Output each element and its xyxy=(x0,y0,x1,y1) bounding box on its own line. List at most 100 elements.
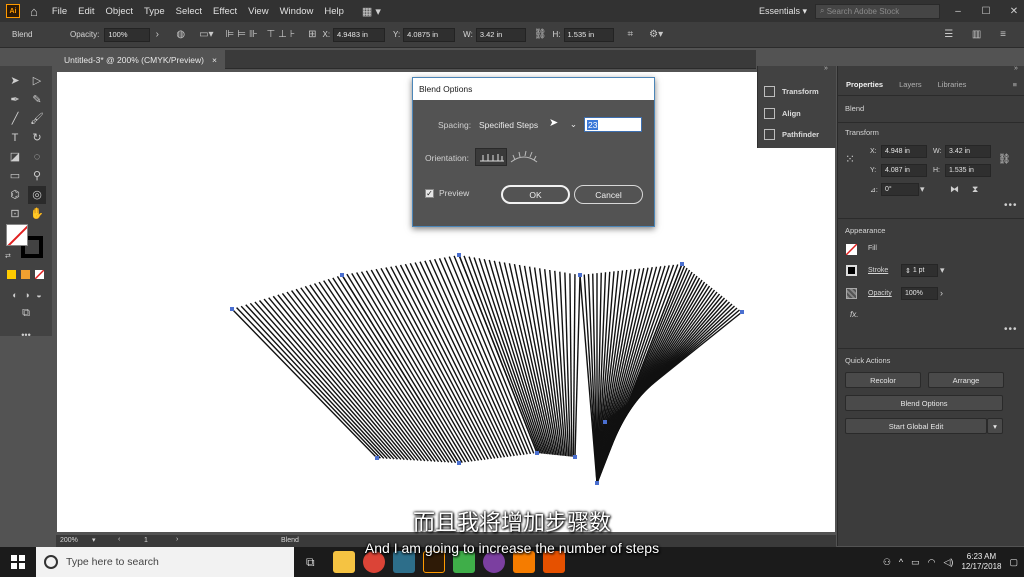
cancel-button[interactable]: Cancel xyxy=(574,185,643,204)
reference-point-icon[interactable]: ⁙ xyxy=(845,152,859,166)
opacity-label[interactable]: Opacity xyxy=(868,290,892,297)
eyedropper-tool-icon[interactable]: ⚲ xyxy=(28,167,46,185)
h-field[interactable]: 1.535 in xyxy=(563,27,614,42)
lasso-tool-icon[interactable]: ◌ xyxy=(28,148,46,166)
x-field[interactable]: 4.948 in xyxy=(881,145,927,158)
transform-panel-button[interactable]: Transform xyxy=(764,86,819,97)
y-field[interactable]: 4.087 in xyxy=(881,164,927,177)
battery-icon[interactable]: ▭ xyxy=(911,557,920,568)
menu-file[interactable]: File xyxy=(52,6,67,17)
w-field[interactable]: 3.42 in xyxy=(945,145,991,158)
angle-field[interactable]: 0° xyxy=(881,183,919,196)
direct-selection-tool-icon[interactable]: ▷ xyxy=(28,72,46,90)
align-to-page-icon[interactable] xyxy=(475,148,507,166)
recolor-icon[interactable]: ◍ xyxy=(176,29,185,40)
collapse-icon[interactable]: » xyxy=(824,65,828,72)
recolor-button[interactable]: Recolor xyxy=(845,372,921,388)
menu-type[interactable]: Type xyxy=(144,6,165,17)
pen-tool-icon[interactable]: ✒ xyxy=(6,91,24,109)
network-icon[interactable]: ◠ xyxy=(928,557,936,568)
chevron-right-icon[interactable]: › xyxy=(150,29,164,40)
curvature-tool-icon[interactable]: ✎ xyxy=(28,91,46,109)
global-edit-options-icon[interactable]: ▾ xyxy=(987,418,1003,434)
eraser-tool-icon[interactable]: ◪ xyxy=(6,148,24,166)
task-view-icon[interactable]: ⧉ xyxy=(306,555,315,570)
shape-builder-tool-icon[interactable]: ⌬ xyxy=(6,186,24,204)
menu-view[interactable]: View xyxy=(248,6,268,17)
stroke-color-icon[interactable] xyxy=(846,265,857,276)
opacity-field[interactable]: 100% xyxy=(104,27,151,42)
opacity-field[interactable]: 100% xyxy=(901,287,938,300)
rotate-tool-icon[interactable]: ↻ xyxy=(28,129,46,147)
illustrator-logo[interactable]: Ai xyxy=(6,4,20,18)
blend-options-button[interactable]: Blend Options xyxy=(845,395,1003,411)
more-options-icon[interactable]: ••• xyxy=(1004,200,1018,211)
stock-search-input[interactable]: ⌕ Search Adobe Stock xyxy=(815,3,940,19)
link-icon[interactable]: ⛓ xyxy=(534,29,547,40)
panel-menu-icons[interactable]: ☰ ▥ ≡ xyxy=(944,29,1014,40)
notifications-icon[interactable]: ▢ xyxy=(1009,557,1018,568)
menu-help[interactable]: Help xyxy=(324,6,344,17)
fill-swatch[interactable] xyxy=(6,224,28,246)
h-field[interactable]: 1.535 in xyxy=(945,164,991,177)
fill-none-icon[interactable] xyxy=(846,244,857,255)
blend-tool-icon[interactable]: ◎ xyxy=(28,186,46,204)
selection-tool-icon[interactable]: ➤ xyxy=(6,72,24,90)
effects-icon[interactable]: fx. xyxy=(850,310,858,319)
transform-each-icon[interactable]: ⌗ xyxy=(628,29,634,40)
line-tool-icon[interactable]: ╱ xyxy=(6,110,24,128)
arrange-documents-icon[interactable]: ▦ ▾ xyxy=(362,5,381,18)
more-tools-icon[interactable]: ••• xyxy=(17,326,35,344)
home-icon[interactable]: ⌂ xyxy=(30,4,38,19)
draw-behind-icon[interactable]: ◒ xyxy=(30,286,48,304)
w-field[interactable]: 3.42 in xyxy=(475,27,526,42)
paintbrush-tool-icon[interactable]: 🖌 xyxy=(28,110,46,128)
pathfinder-panel-button[interactable]: Pathfinder xyxy=(764,129,819,140)
align-panel-button[interactable]: Align xyxy=(764,108,801,119)
workspace-switcher[interactable]: Essentials ▾ xyxy=(759,6,807,17)
start-global-edit-button[interactable]: Start Global Edit xyxy=(845,418,987,434)
close-icon[interactable]: ✕ xyxy=(1004,6,1024,17)
stroke-weight-field[interactable]: ⇕ 1 pt xyxy=(901,264,938,277)
maximize-icon[interactable]: ☐ xyxy=(976,6,996,17)
volume-icon[interactable]: ◁) xyxy=(944,557,954,568)
spacing-dropdown[interactable]: Specified Steps ⌄ xyxy=(479,117,577,132)
chevron-down-icon[interactable]: ▾ xyxy=(940,265,945,276)
steps-input[interactable]: 23 xyxy=(584,117,642,132)
ok-button[interactable]: OK xyxy=(501,185,570,204)
hand-tool-icon[interactable]: ✋ xyxy=(28,205,46,223)
document-setup-icon[interactable]: ▭▾ xyxy=(199,29,213,40)
menu-object[interactable]: Object xyxy=(106,6,133,17)
type-tool-icon[interactable]: T xyxy=(6,129,24,147)
menu-select[interactable]: Select xyxy=(176,6,202,17)
menu-effect[interactable]: Effect xyxy=(213,6,237,17)
close-tab-icon[interactable]: × xyxy=(212,55,217,65)
chevron-down-icon[interactable]: ▾ xyxy=(920,184,925,195)
rectangle-tool-icon[interactable]: ▭ xyxy=(6,167,24,185)
tab-libraries[interactable]: Libraries xyxy=(930,74,975,95)
screen-mode-icon[interactable]: ⧉ xyxy=(17,304,35,322)
artboard-tool-icon[interactable]: ⊡ xyxy=(6,205,24,223)
people-icon[interactable]: ⚇ xyxy=(883,557,891,568)
x-field[interactable]: 4.9483 in xyxy=(333,27,386,42)
preview-checkbox[interactable]: ✓ Preview xyxy=(425,188,469,198)
flip-vertical-icon[interactable]: ⧗ xyxy=(972,184,978,195)
more-options-icon[interactable]: ••• xyxy=(1004,324,1018,335)
constrain-proportions-icon[interactable]: ⛓ xyxy=(998,154,1011,165)
minimize-icon[interactable]: – xyxy=(948,6,968,17)
color-mode-icon[interactable] xyxy=(7,270,16,279)
swap-fill-stroke-icon[interactable]: ⇄ xyxy=(5,252,11,260)
show-hidden-icons-icon[interactable]: ^ xyxy=(899,557,903,567)
tab-layers[interactable]: Layers xyxy=(891,74,930,95)
align-icons[interactable]: ⊫⊨⊪ ⊤⊥⊦ xyxy=(226,29,299,40)
transform-icon[interactable]: ⊞ xyxy=(308,29,316,40)
chevron-right-icon[interactable]: › xyxy=(940,288,943,298)
stroke-label[interactable]: Stroke xyxy=(868,267,888,274)
collapse-icon[interactable]: » xyxy=(1014,65,1018,72)
isolate-icon[interactable]: ⚙▾ xyxy=(649,29,663,40)
none-mode-icon[interactable] xyxy=(35,270,44,279)
tab-properties[interactable]: Properties xyxy=(838,74,891,95)
y-field[interactable]: 4.0875 in xyxy=(403,27,456,42)
flip-horizontal-icon[interactable]: ⧓ xyxy=(950,184,959,195)
menu-window[interactable]: Window xyxy=(280,6,314,17)
